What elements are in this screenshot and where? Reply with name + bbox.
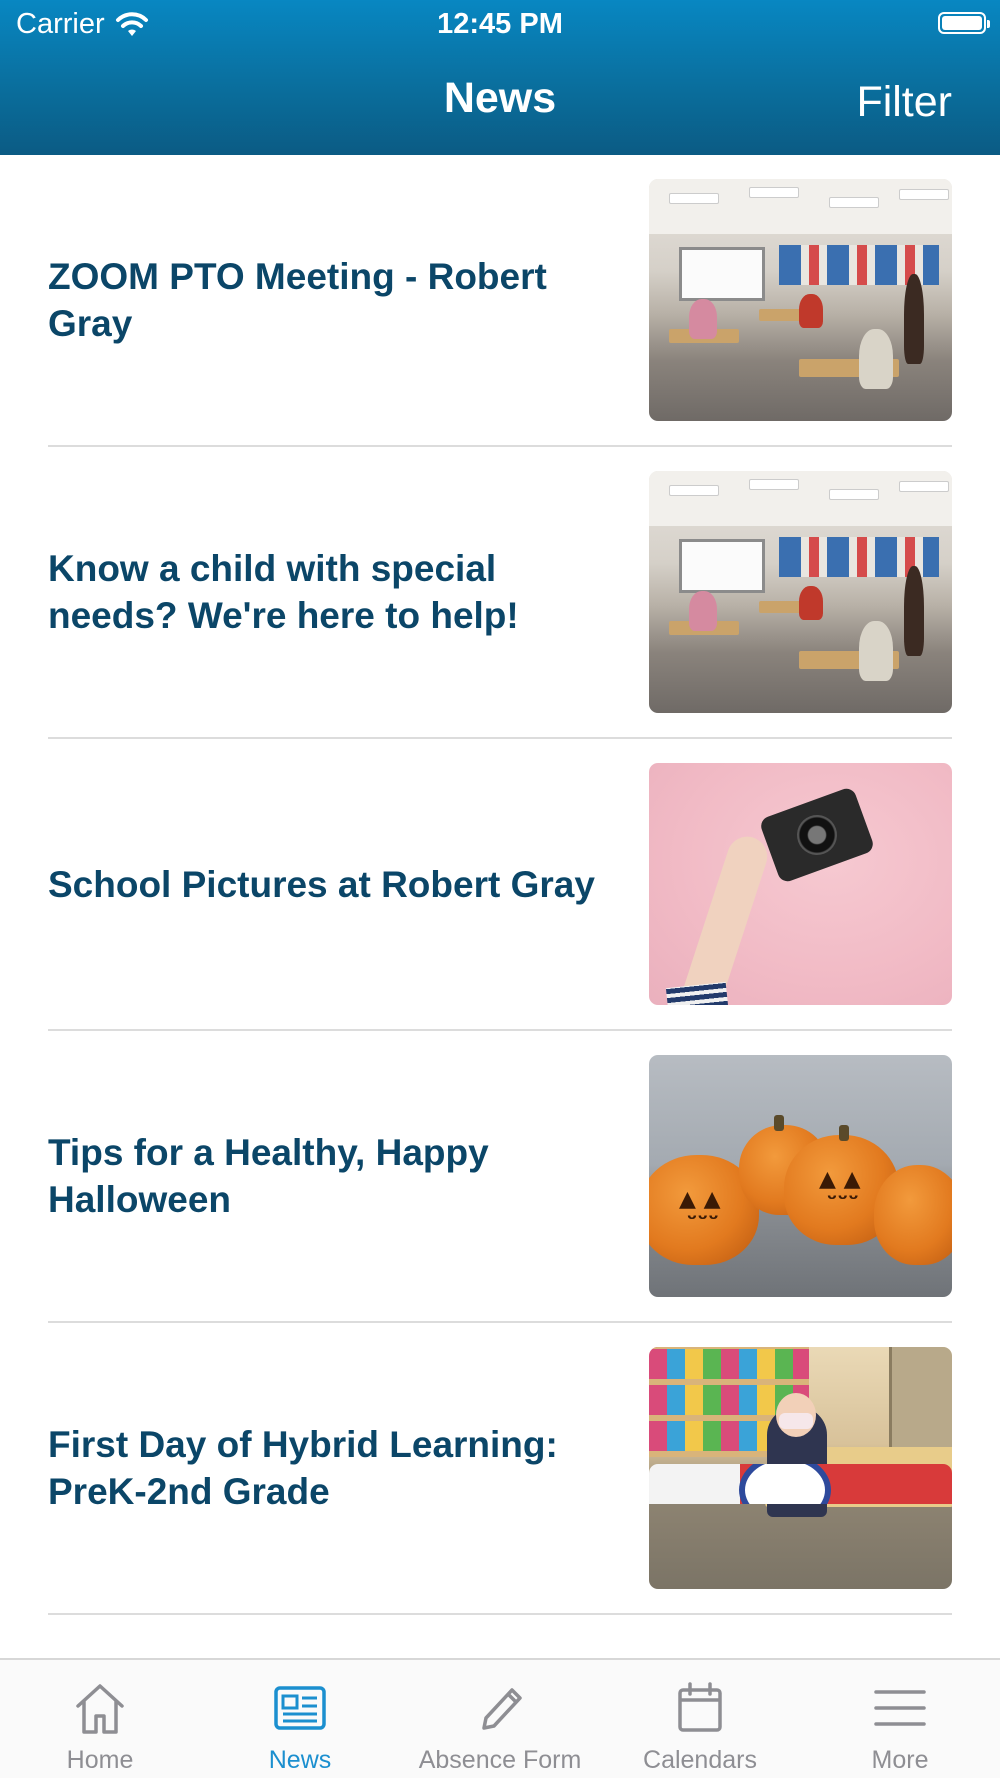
camera-in-hand-photo	[649, 763, 952, 1005]
divider	[48, 1613, 952, 1615]
news-item-title: School Pictures at Robert Gray	[48, 863, 595, 905]
tab-label: Calendars	[643, 1746, 757, 1774]
filter-button[interactable]: Filter	[856, 78, 952, 127]
classroom-photo	[649, 179, 952, 421]
status-time: 12:45 PM	[437, 8, 563, 40]
tab-label: Absence Form	[418, 1746, 582, 1774]
partial-news-thumbnail	[649, 1464, 952, 1504]
newspaper-icon	[274, 1686, 326, 1730]
page-title: News	[443, 74, 557, 122]
tab-calendars[interactable]: Calendars	[600, 1660, 800, 1778]
news-item[interactable]: Know a child with special needs? We're h…	[0, 447, 1000, 739]
nav-header: Carrier 12:45 PM News Filter	[0, 0, 1000, 155]
tab-label: Home	[66, 1746, 134, 1774]
tab-more[interactable]: More	[800, 1660, 1000, 1778]
news-item-title: ZOOM PTO Meeting - Robert Gray	[48, 256, 547, 344]
status-bar: Carrier 12:45 PM	[0, 0, 1000, 50]
classroom-photo	[649, 471, 952, 713]
menu-icon	[874, 1690, 926, 1726]
tab-bar: Home News Absence Form Calendars More	[0, 1658, 1000, 1778]
jack-o-lanterns-photo: ▲ ▲ ᵕᵕᵕ ▲ ▲ ᵕᵕᵕ	[649, 1055, 952, 1297]
news-item-title: Tips for a Healthy, Happy Halloween	[48, 1132, 489, 1220]
tab-label: More	[871, 1746, 929, 1774]
news-item-title: Know a child with special needs? We're h…	[48, 548, 519, 636]
news-item[interactable]: ZOOM PTO Meeting - Robert Gray	[0, 155, 1000, 447]
news-item[interactable]: School Pictures at Robert Gray	[0, 739, 1000, 1031]
tab-news[interactable]: News	[200, 1660, 400, 1778]
news-list: ZOOM PTO Meeting - Robert Gray Know a ch…	[0, 155, 1000, 1658]
home-icon	[76, 1684, 124, 1734]
calendar-icon	[678, 1682, 722, 1732]
battery-icon	[938, 12, 990, 34]
tab-label: News	[268, 1746, 332, 1774]
tab-home[interactable]: Home	[0, 1660, 200, 1778]
news-item-title: First Day of Hybrid Learning: PreK-2nd G…	[48, 1424, 558, 1512]
news-item[interactable]: Tips for a Healthy, Happy Halloween ▲ ▲ …	[0, 1031, 1000, 1323]
pencil-icon	[482, 1688, 522, 1730]
tab-absence-form[interactable]: Absence Form	[400, 1660, 600, 1778]
